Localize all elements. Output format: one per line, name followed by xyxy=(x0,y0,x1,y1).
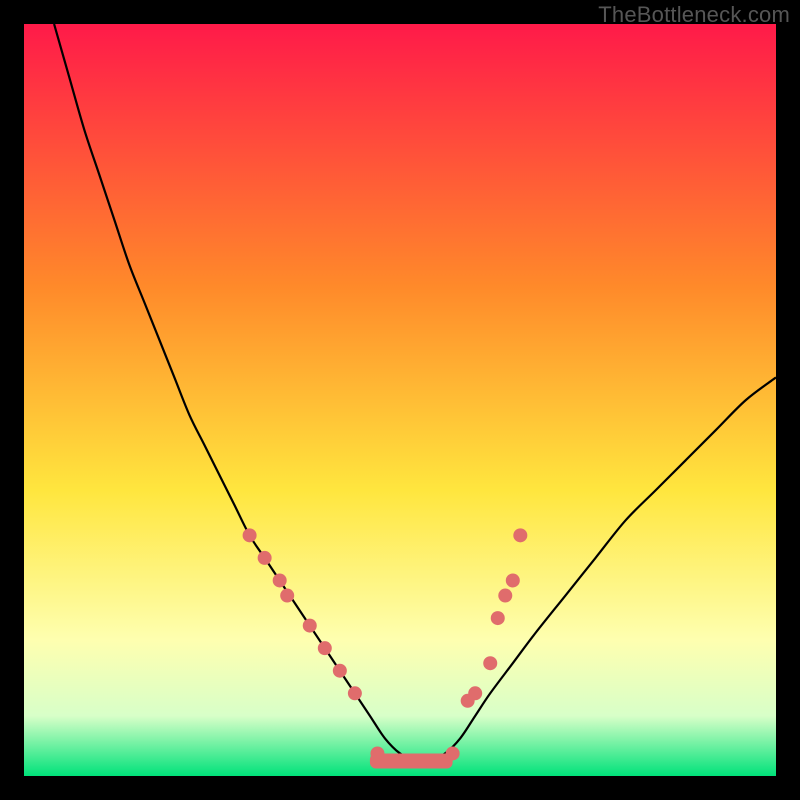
sample-dot xyxy=(273,573,287,587)
sample-dot xyxy=(506,573,520,587)
sample-dot xyxy=(370,746,384,760)
sample-dot xyxy=(385,754,399,768)
sample-dot xyxy=(348,686,362,700)
sample-dot xyxy=(446,746,460,760)
gradient-background xyxy=(24,24,776,776)
sample-dot xyxy=(416,754,430,768)
sample-dot xyxy=(431,754,445,768)
sample-dot xyxy=(333,664,347,678)
sample-dot xyxy=(303,619,317,633)
sample-dot xyxy=(258,551,272,565)
watermark-text: TheBottleneck.com xyxy=(598,2,790,28)
sample-dot xyxy=(513,528,527,542)
chart-svg xyxy=(24,24,776,776)
sample-dot xyxy=(468,686,482,700)
chart-frame xyxy=(24,24,776,776)
sample-dot xyxy=(318,641,332,655)
sample-dot xyxy=(243,528,257,542)
sample-dot xyxy=(491,611,505,625)
sample-dot xyxy=(280,589,294,603)
sample-dot xyxy=(401,754,415,768)
sample-dot xyxy=(498,589,512,603)
sample-dot xyxy=(483,656,497,670)
